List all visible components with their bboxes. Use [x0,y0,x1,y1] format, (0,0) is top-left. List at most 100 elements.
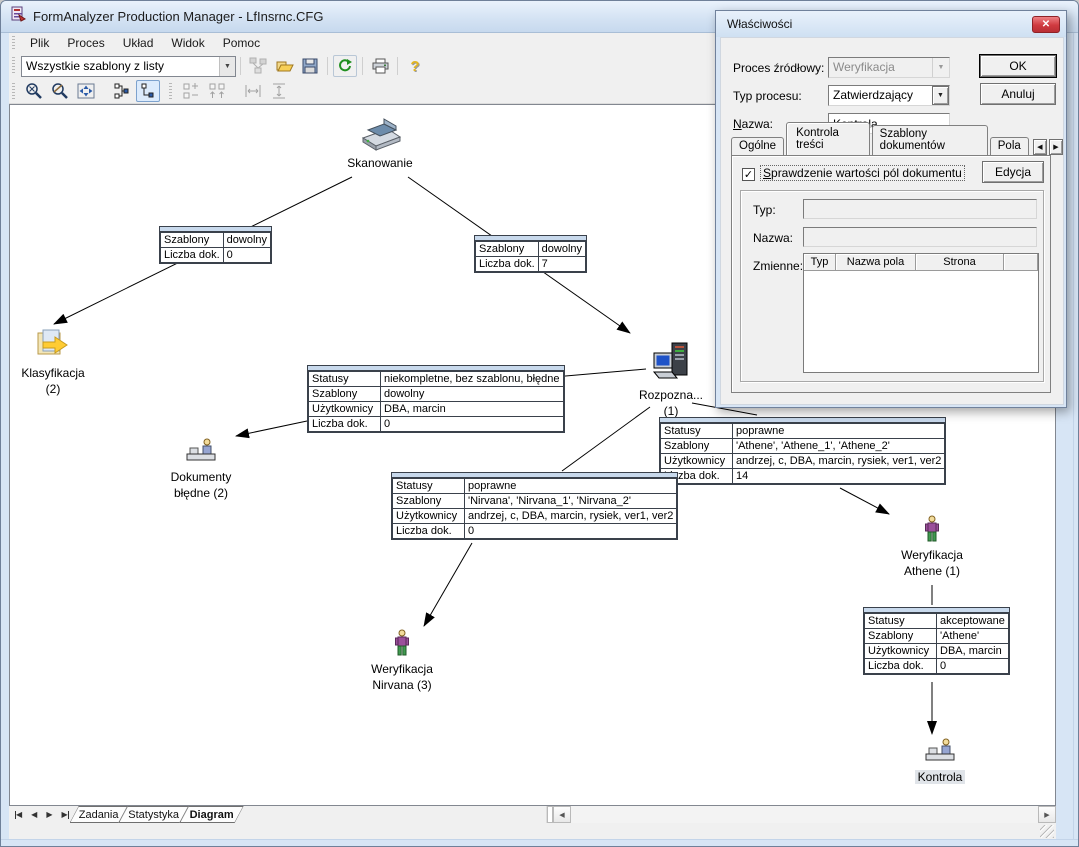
template-filter-combobox[interactable]: Wszystkie szablony z listy ▼ [21,56,236,77]
edge-table-skan-rozpoznawanie[interactable]: Szablonydowolny Liczba dok.7 [474,235,587,273]
window-right-border [1073,33,1074,839]
scrollbar-track[interactable] [571,806,1038,823]
app-icon [10,6,26,27]
edge-table-rozp-athene[interactable]: Statusypoprawne Szablony'Athene', 'Athen… [659,417,946,485]
scroll-left-icon[interactable]: ◀ [553,806,571,823]
scroll-right-icon[interactable]: ▶ [1038,806,1056,823]
node-label2: Athene (1) [882,563,982,579]
menu-uklad[interactable]: Układ [114,34,163,52]
chevron-down-icon[interactable]: ▼ [932,86,949,105]
tab-panel-kontrola-tresci: ✓ Sprawdzenie wartości pól dokumentu Edy… [731,155,1051,393]
prev-sheet-button[interactable]: ◀ [31,810,37,819]
toolbar-grip[interactable] [169,83,172,100]
check-fields-checkbox[interactable]: ✓ [742,168,755,181]
column-nazwa-pola[interactable]: Nazwa pola [836,254,916,271]
edit-button[interactable]: Edycja [982,161,1044,183]
edge-table-athene-kontrola[interactable]: Statusyakceptowane Szablony'Athene' Użyt… [863,607,1010,675]
edge-table-skan-klasyfikacja[interactable]: Szablonydowolny Liczba dok.0 [159,226,272,264]
typ-field [803,199,1037,219]
variables-table[interactable]: Typ Nazwa pola Strona [803,253,1039,373]
tab-scroll-right-icon[interactable]: ▶ [1049,139,1063,155]
ok-button[interactable]: OK [980,55,1056,77]
check-fields-label[interactable]: Sprawdzenie wartości pól dokumentu [761,166,964,180]
layout-horizontal-icon[interactable] [110,80,134,102]
node-kontrola[interactable]: Kontrola [890,737,990,785]
node-count: (2) [12,381,94,397]
process-type-combobox[interactable]: Zatwierdzający ▼ [828,85,950,106]
refresh-icon[interactable] [333,55,357,77]
tab-pola[interactable]: Pola [990,137,1029,155]
column-strona[interactable]: Strona [916,254,1004,271]
toolbar-grip[interactable] [12,36,15,50]
resize-grip[interactable] [1040,825,1054,838]
toolbar-grip[interactable] [12,83,15,100]
process-tree-icon[interactable] [246,55,270,77]
tab-kontrola-tresci[interactable]: Kontrola treści [786,122,870,155]
help-icon[interactable]: ? [403,55,427,77]
column-typ[interactable]: Typ [804,254,836,271]
node-label: Dokumenty [145,469,257,485]
computer-icon [651,341,691,387]
zmienne-label: Zmienne: [753,259,803,273]
edge-table-rozp-dokumenty[interactable]: Statusyniekompletne, bez szablonu, błędn… [307,365,565,433]
last-sheet-button[interactable]: ▶ [61,810,68,819]
node-label: Weryfikacja [352,661,452,677]
dialog-title-bar[interactable]: Właściwości ✕ [716,11,1066,37]
distribute-vertical-icon[interactable] [267,80,291,102]
expand-nodes-icon[interactable] [179,80,203,102]
tab-szablony-dokumentow[interactable]: Szablony dokumentów [872,125,988,155]
menu-widok[interactable]: Widok [162,34,213,52]
node-weryfikacja-athene[interactable]: Weryfikacja Athene (1) [882,515,982,579]
open-icon[interactable] [272,55,296,77]
desk-person-icon [922,737,958,769]
node-label: Weryfikacja [882,547,982,563]
properties-dialog: Właściwości ✕ Proces źródłowy: Weryfikac… [715,10,1067,408]
dialog-title: Właściwości [727,17,1032,31]
menu-pomoc[interactable]: Pomoc [214,34,269,52]
node-rozpoznawanie[interactable]: Rozpozna... (1) [623,341,719,419]
source-process-label: Proces źródłowy: [733,61,824,75]
desk-person-icon [183,437,219,469]
distribute-horizontal-icon[interactable] [241,80,265,102]
sheet-tab-statystyka[interactable]: Statystyka [119,806,189,823]
person-icon [923,515,941,547]
chevron-down-icon: ▼ [932,58,949,77]
fit-view-icon[interactable] [74,80,98,102]
node-label2: Nirvana (3) [352,677,452,693]
dialog-body: Proces źródłowy: Weryfikacja ▼ Typ proce… [720,37,1064,405]
bottom-tab-bar: ◀ ◀ ▶ ▶ Zadania Statystyka Diagram ◀ ▶ [9,806,1056,823]
zoom-out-icon[interactable] [22,80,46,102]
person-icon [393,629,411,661]
window-bottom-border [1,839,1079,847]
horizontal-scrollbar[interactable]: ◀ ▶ [546,806,1056,823]
cancel-button[interactable]: Anuluj [980,83,1056,105]
toolbar-grip[interactable] [12,57,15,75]
node-label: Rozpozna... [623,387,719,403]
chevron-down-icon[interactable]: ▼ [219,57,235,76]
node-skanowanie[interactable]: Skanowanie [330,115,430,171]
node-label: Kontrola [915,770,966,784]
node-weryfikacja-nirvana[interactable]: Weryfikacja Nirvana (3) [352,629,452,693]
align-nodes-icon[interactable] [205,80,229,102]
sheet-tab-diagram[interactable]: Diagram [180,806,244,823]
first-sheet-button[interactable]: ◀ [15,810,22,819]
layout-vertical-icon[interactable] [136,80,160,102]
close-icon[interactable]: ✕ [1032,16,1060,33]
tab-scroll-left-icon[interactable]: ◀ [1033,139,1047,155]
node-label: Skanowanie [330,155,430,171]
print-icon[interactable] [368,55,392,77]
save-icon[interactable] [298,55,322,77]
column-empty [1004,254,1038,271]
sheet-tab-zadania[interactable]: Zadania [70,806,128,823]
fields-group-frame: Typ: Nazwa: Zmienne: Typ Nazwa pola Stro… [740,190,1044,382]
tab-ogolne[interactable]: Ogólne [731,137,784,155]
node-klasyfikacja[interactable]: Klasyfikacja (2) [12,327,94,397]
status-strip [9,823,1056,839]
node-dokumenty-bledne[interactable]: Dokumenty błędne (2) [145,437,257,501]
menu-proces[interactable]: Proces [58,34,113,52]
edge-table-rozp-nirvana[interactable]: Statusypoprawne Szablony'Nirvana', 'Nirv… [391,472,678,540]
next-sheet-button[interactable]: ▶ [46,810,52,819]
template-filter-value: Wszystkie szablony z listy [22,57,219,76]
menu-plik[interactable]: Plik [21,34,58,52]
zoom-tool-icon[interactable] [48,80,72,102]
